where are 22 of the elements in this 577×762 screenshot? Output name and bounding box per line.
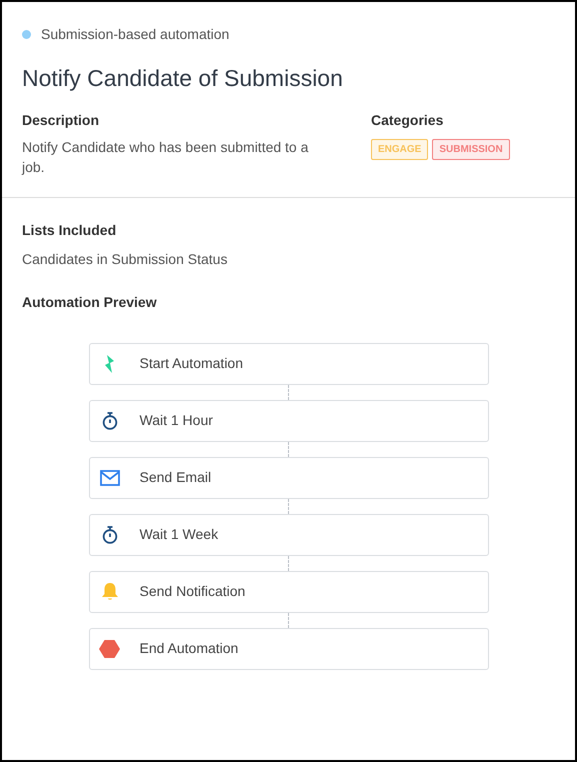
section-heading: Categories	[371, 110, 444, 130]
description-text: Notify Candidate who has been submitted to a job.	[22, 138, 310, 176]
stopwatch-icon	[102, 412, 118, 430]
stopwatch-icon	[102, 526, 118, 544]
envelope-icon	[100, 470, 120, 486]
list-name: Candidates in Submission Status	[22, 250, 228, 268]
automation-type: Submission-based automation	[41, 25, 230, 44]
category-tag: ENGAGE	[371, 138, 428, 160]
step-label: Wait 1 Hour	[140, 411, 213, 430]
category-tag: SUBMISSION	[432, 138, 510, 160]
step-label: Start Automation	[140, 354, 244, 373]
step-label: End Automation	[140, 639, 238, 658]
bell-icon	[100, 582, 118, 601]
step-label: Wait 1 Week	[140, 525, 218, 544]
section-heading: Lists Included	[22, 220, 118, 240]
step-label: Send Email	[140, 468, 212, 487]
lightning-icon	[104, 354, 116, 372]
section-heading: Automation Preview	[22, 292, 158, 312]
step-label: Send Notification	[140, 582, 246, 601]
hexagon-icon	[99, 640, 120, 658]
section-heading: Description	[22, 110, 100, 130]
page-title: Notify Candidate of Submission	[22, 64, 344, 93]
